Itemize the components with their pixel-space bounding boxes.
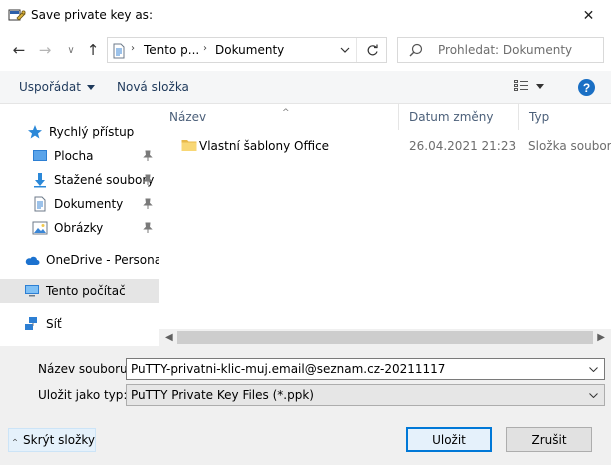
filename-label: Název souboru: (38, 362, 132, 376)
title-bar: Save private key as: ✕ (0, 0, 611, 31)
caret-down-icon (86, 84, 95, 90)
new-folder-label: Nová složka (117, 80, 189, 94)
chevron-down-icon (588, 392, 598, 398)
sidebar-item-quick-access[interactable]: Rychlý přístup (0, 120, 159, 144)
search-icon (409, 43, 423, 57)
filename-dropdown-button[interactable] (584, 359, 602, 379)
hide-folders-label: Skrýt složky (23, 433, 95, 447)
breadcrumb-this-pc[interactable]: Tento p... (144, 43, 199, 57)
cancel-label: Zrušit (531, 432, 567, 447)
file-name: Vlastní šablony Office (199, 139, 330, 153)
putty-key-icon (8, 7, 26, 23)
documents-icon (32, 196, 48, 212)
sort-ascending-icon: ^ (282, 108, 290, 118)
up-button[interactable]: ↑ (82, 39, 104, 61)
file-row[interactable]: Vlastní šablony Office 26.04.2021 21:23 … (159, 134, 611, 158)
sidebar-item-label: Stažené soubory (54, 173, 155, 187)
breadcrumb-separator: › (131, 43, 135, 54)
pin-icon (143, 150, 153, 161)
details-view-icon (514, 80, 528, 91)
sidebar-item-label: Síť (46, 317, 62, 331)
filetype-label: Uložit jako typ: (38, 388, 128, 402)
sidebar-item-pictures[interactable]: Obrázky (0, 216, 159, 240)
new-folder-button[interactable]: Nová složka (117, 80, 189, 94)
desktop-icon (32, 148, 48, 164)
sidebar-item-label: Tento počítač (46, 284, 126, 298)
close-button[interactable]: ✕ (566, 0, 611, 31)
documents-icon (111, 43, 127, 59)
view-options-button[interactable] (514, 80, 544, 92)
navigation-bar: ← → ∨ ↑ › Tento p... › Dokumenty Prohled… (0, 31, 611, 71)
refresh-button[interactable] (356, 38, 387, 62)
file-date: 26.04.2021 21:23 (409, 139, 517, 153)
close-icon: ✕ (582, 7, 595, 24)
filetype-select[interactable]: PuTTY Private Key Files (*.ppk) (126, 384, 605, 406)
column-header-type[interactable]: Typ (519, 104, 611, 130)
breadcrumb-separator[interactable]: › (203, 43, 207, 54)
sidebar-item-label: OneDrive - Personal (46, 253, 166, 267)
command-bar: Uspořádat Nová složka ? (0, 71, 611, 104)
pin-icon (143, 198, 153, 209)
sidebar-item-this-pc[interactable]: Tento počítač (0, 279, 159, 303)
pictures-icon (32, 220, 48, 236)
sidebar-item-network[interactable]: Síť (0, 312, 159, 336)
filename-input[interactable]: PuTTY-privatni-klic-muj.email@seznam.cz-… (126, 358, 605, 380)
chevron-down-icon (340, 47, 350, 53)
help-icon: ? (582, 80, 591, 95)
sidebar-item-desktop[interactable]: Plocha (0, 144, 159, 168)
address-bar[interactable]: › Tento p... › Dokumenty (107, 37, 387, 63)
sidebar-item-downloads[interactable]: Stažené soubory (0, 168, 159, 192)
address-dropdown-button[interactable] (334, 38, 356, 62)
scroll-left-icon[interactable]: ◀ (165, 332, 173, 343)
back-button[interactable]: ← (8, 39, 30, 61)
download-icon (32, 172, 48, 188)
arrow-up-icon: ↑ (86, 41, 100, 59)
search-placeholder: Prohledat: Dokumenty (438, 43, 573, 57)
arrow-left-icon: ← (12, 41, 26, 59)
filename-value: PuTTY-privatni-klic-muj.email@seznam.cz-… (131, 362, 446, 376)
computer-icon (24, 283, 40, 299)
caret-down-icon (536, 83, 544, 89)
folder-icon (181, 138, 197, 155)
organize-menu-button[interactable]: Uspořádat (19, 80, 95, 94)
sidebar-item-onedrive[interactable]: OneDrive - Personal (0, 248, 165, 272)
star-icon (27, 124, 43, 140)
scroll-right-icon[interactable]: ▶ (597, 332, 605, 343)
cloud-icon (24, 252, 40, 268)
save-label: Uložit (432, 432, 466, 447)
chevron-down-icon: ∨ (67, 44, 75, 56)
sidebar-item-label: Dokumenty (54, 197, 124, 211)
sidebar-item-label: Plocha (54, 149, 94, 163)
recent-locations-button[interactable]: ∨ (62, 39, 80, 61)
sidebar-item-label: Rychlý přístup (49, 125, 135, 139)
help-button[interactable]: ? (578, 79, 595, 96)
save-button[interactable]: Uložit (406, 427, 492, 452)
file-type: Složka souborů (528, 139, 611, 153)
sidebar-item-label: Obrázky (54, 221, 104, 235)
cancel-button[interactable]: Zrušit (506, 427, 592, 452)
column-header-name[interactable]: Název ^ (159, 104, 399, 130)
forward-button[interactable]: → (34, 39, 56, 61)
chevron-down-icon (588, 366, 598, 372)
search-box[interactable]: Prohledat: Dokumenty (397, 37, 604, 63)
file-list: Název ^ Datum změny Typ Vlastní šablony … (159, 104, 611, 346)
filetype-dropdown-button[interactable] (584, 385, 602, 405)
filetype-value: PuTTY Private Key Files (*.ppk) (131, 388, 314, 402)
column-header-date[interactable]: Datum změny (399, 104, 519, 130)
sidebar-item-documents[interactable]: Dokumenty (0, 192, 159, 216)
refresh-icon (367, 44, 378, 55)
horizontal-scrollbar[interactable]: ◀ ▶ (159, 329, 611, 346)
navigation-pane: Rychlý přístup Plocha Stažené soubory Do… (0, 104, 165, 346)
pin-icon (143, 222, 153, 233)
chevron-up-icon (13, 438, 17, 442)
scrollbar-thumb[interactable] (177, 331, 593, 344)
window-title: Save private key as: (31, 8, 153, 22)
pin-icon (143, 174, 153, 185)
breadcrumb-documents[interactable]: Dokumenty (215, 43, 284, 57)
network-icon (24, 316, 40, 332)
hide-folders-button[interactable]: Skrýt složky (8, 428, 96, 452)
arrow-right-icon: → (38, 41, 52, 59)
organize-label: Uspořádat (19, 80, 81, 94)
